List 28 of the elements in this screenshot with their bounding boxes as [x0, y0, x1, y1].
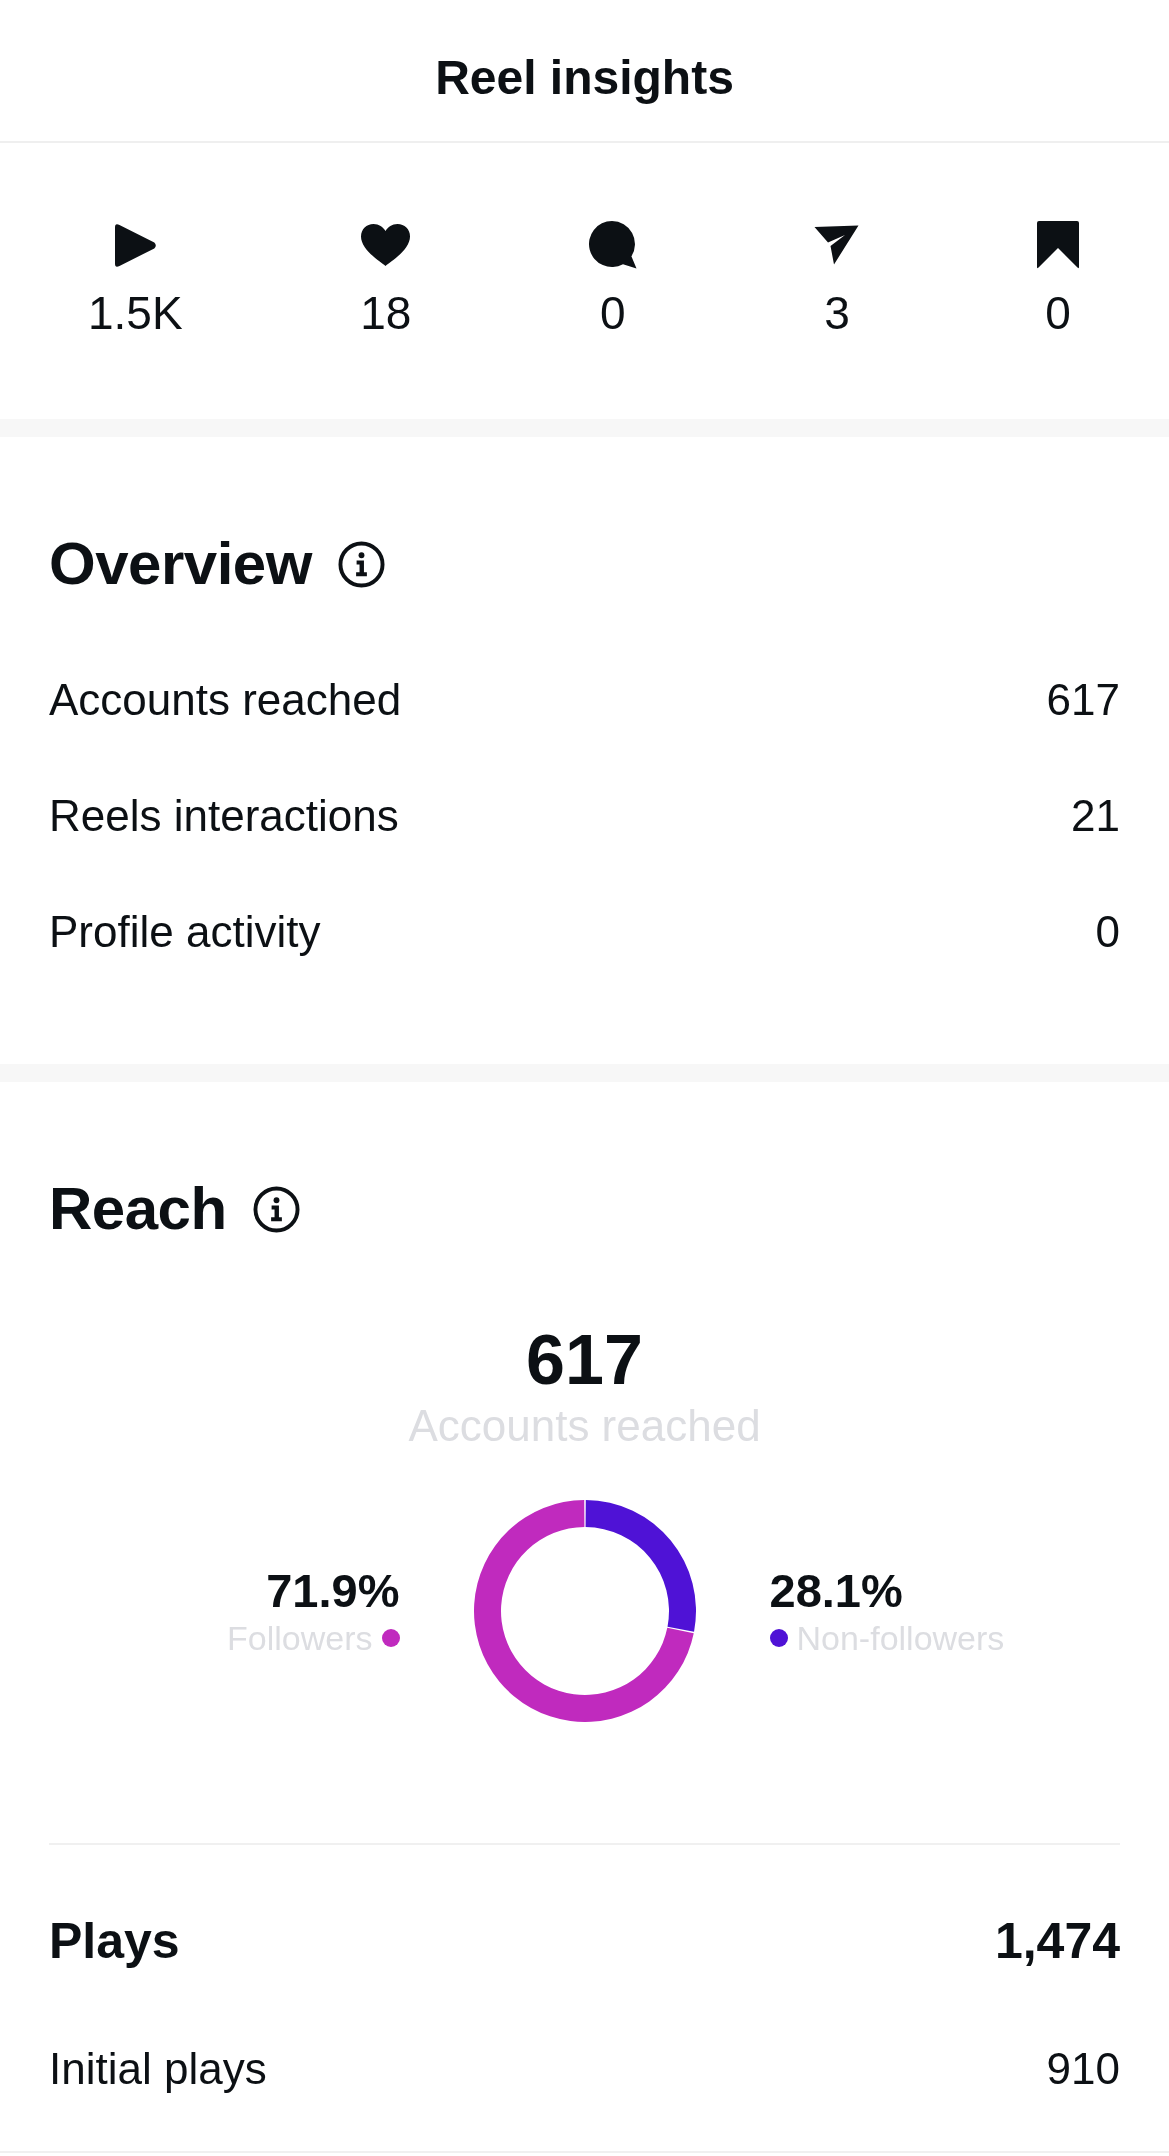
- stat-value: 18: [360, 287, 412, 339]
- reach-count: 617: [526, 1320, 643, 1400]
- bookmark-icon: [1037, 221, 1079, 269]
- play-icon: [114, 223, 156, 267]
- stat-value: 3: [824, 287, 850, 339]
- metric-label: Plays: [49, 1911, 180, 1971]
- metric-label: Accounts reached: [49, 674, 402, 726]
- metric-label: Initial plays: [49, 2043, 267, 2095]
- stat-value: 1.5K: [88, 287, 183, 339]
- metric-value: 617: [1046, 674, 1120, 726]
- info-icon[interactable]: [337, 540, 385, 588]
- metric-label: Profile activity: [49, 906, 321, 958]
- legend-percent: 28.1%: [769, 1564, 903, 1618]
- stat-value: 0: [600, 287, 626, 339]
- heart-icon: [361, 224, 411, 266]
- paper-plane-icon: [814, 225, 860, 265]
- stat-value: 0: [1045, 287, 1071, 339]
- metric-label: Reels interactions: [49, 790, 399, 842]
- metric-value: 910: [1046, 2043, 1120, 2095]
- speech-bubble-icon: [588, 221, 637, 269]
- section-title: Overview: [49, 529, 312, 599]
- metric-value: 1,474: [994, 1911, 1120, 1971]
- info-icon[interactable]: [252, 1185, 300, 1233]
- section-title: Reach: [49, 1174, 227, 1244]
- page-title: Reel insights: [435, 49, 734, 106]
- legend-percent: 71.9%: [266, 1564, 400, 1618]
- metric-value: 21: [1071, 790, 1120, 842]
- metric-value: 0: [1095, 906, 1120, 958]
